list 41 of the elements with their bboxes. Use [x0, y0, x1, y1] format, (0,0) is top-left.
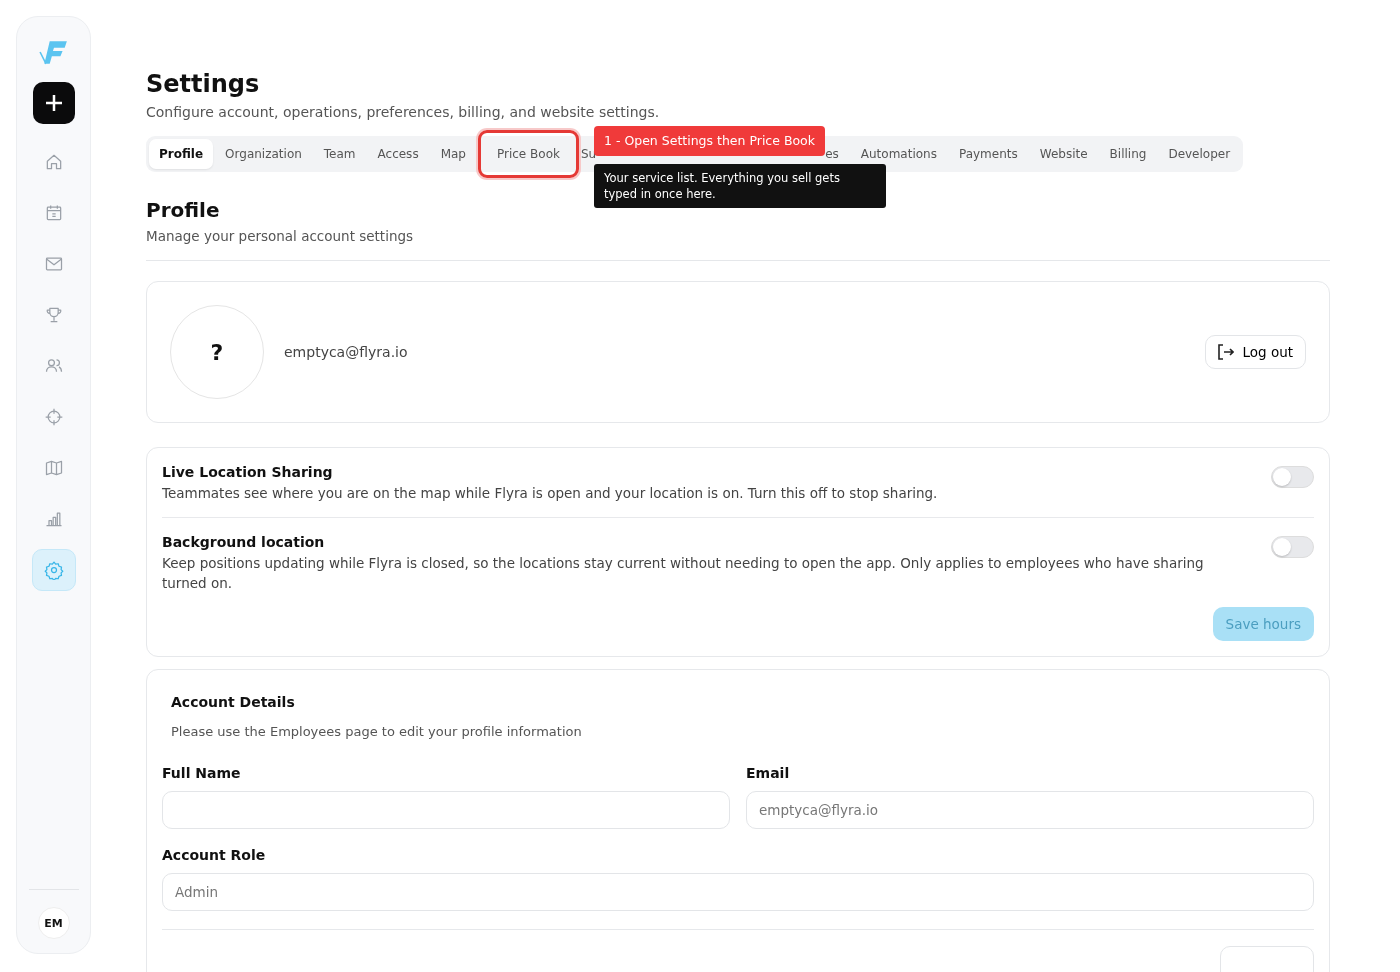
logout-icon: [1218, 344, 1235, 360]
settings-tab[interactable]: Organization: [215, 139, 312, 169]
settings-tab[interactable]: Payments: [948, 139, 1028, 169]
settings-tab[interactable]: Price Book: [477, 130, 579, 178]
card-note: Please use the Employees page to edit your profile information: [171, 724, 583, 739]
nav-button[interactable]: [31, 549, 76, 591]
step-label: 1 - Open Settings then Price Book: [594, 126, 825, 156]
field-label: Full Name: [162, 765, 242, 781]
crosshair-icon: [43, 407, 64, 427]
account-role-field[interactable]: Admin: [162, 873, 1314, 911]
add-button[interactable]: [32, 82, 75, 124]
user-email: emptyca@flyra.io: [284, 344, 409, 360]
tooltip: Your service list. Everything you sell gets typed in once here.: [594, 164, 886, 208]
settings-tab[interactable]: Profile: [149, 139, 214, 169]
full-name-field[interactable]: [162, 791, 730, 829]
page-title: Settings: [146, 70, 261, 98]
setting-title: Background location: [162, 534, 326, 550]
toggle-switch[interactable]: [1271, 536, 1314, 558]
setting-description: Teammates see where you are on the map while Flyra is open and your location is on. Turn this off to stop sharing.: [162, 484, 938, 503]
logout-button[interactable]: Log out: [1205, 335, 1306, 369]
settings-tab[interactable]: Team: [313, 139, 366, 169]
plus-icon: [45, 95, 62, 111]
settings-tab[interactable]: Developer: [1158, 139, 1241, 169]
email-field[interactable]: emptyca@flyra.io: [746, 791, 1314, 829]
card-title: Account Details: [171, 694, 296, 710]
map-icon: [43, 458, 64, 478]
user-avatar[interactable]: EM: [37, 907, 70, 939]
settings-icon: [43, 560, 64, 580]
field-label: Email: [746, 765, 791, 781]
settings-tab[interactable]: Billing: [1099, 139, 1157, 169]
section-subtitle: Manage your personal account settings: [146, 228, 415, 244]
page-subtitle: Configure account, operations, preferences, billing, and website settings.: [146, 104, 661, 120]
toggle-switch[interactable]: [1271, 466, 1314, 488]
setting-description: Keep positions updating while Flyra is closed, so the locations stay current without needing to open the app. Only applies to employees who have sharing turned on.: [162, 554, 1205, 593]
settings-tab[interactable]: Website: [1029, 139, 1098, 169]
avatar-initial: ?: [210, 339, 224, 365]
field-label: Account Role: [162, 847, 267, 863]
settings-tab[interactable]: Map: [430, 139, 476, 169]
setting-title: Live Location Sharing: [162, 464, 334, 480]
settings-tab[interactable]: Access: [367, 139, 429, 169]
section-title: Profile: [146, 198, 221, 222]
